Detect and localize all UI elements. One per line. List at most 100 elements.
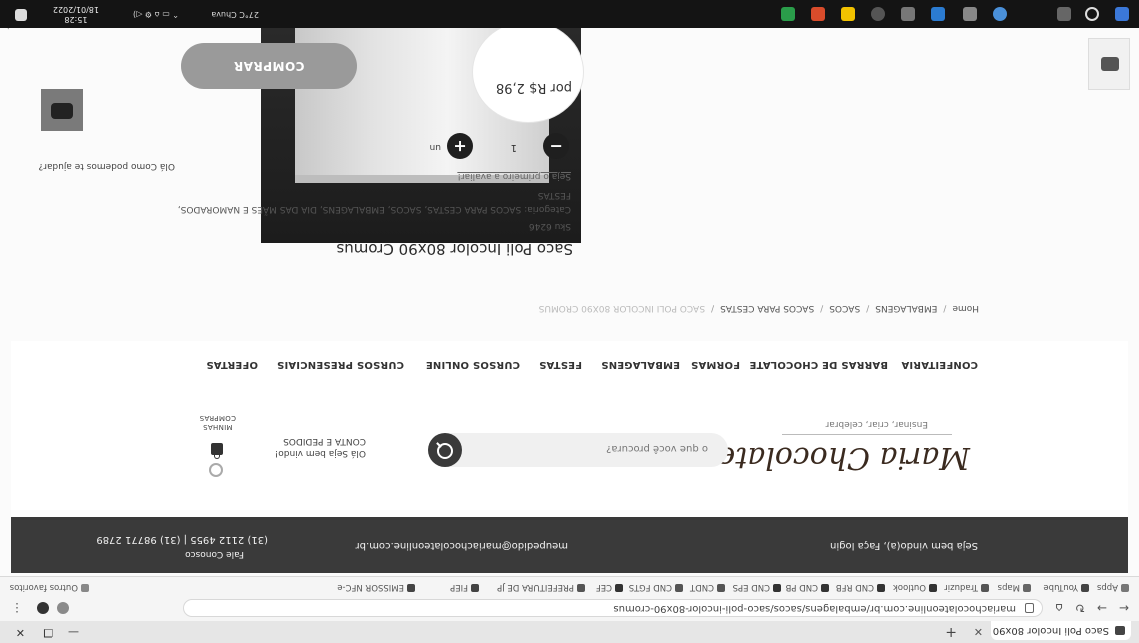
lock-icon xyxy=(1025,603,1034,613)
account-orders: CONTA E PEDIDOS xyxy=(283,436,366,446)
menu-cursos-presenciais[interactable]: CURSOS PRESENCIAIS xyxy=(277,359,404,370)
price-circle xyxy=(472,21,584,123)
quantity-unit: un xyxy=(429,142,441,152)
logo-divider xyxy=(782,434,952,435)
mail-icon[interactable] xyxy=(963,7,977,21)
back-icon[interactable]: ← xyxy=(1119,601,1129,615)
taskbar: 27°C Chuva ⌃ ▭ ⌂ ⚙ ◁) 15:28 18/01/2022 xyxy=(0,0,1139,28)
account-greeting: Olá Seja bem vindo! xyxy=(274,448,366,458)
forward-icon[interactable]: → xyxy=(1097,601,1107,615)
bookmark-emissor[interactable]: EMISSOR NFC-e xyxy=(337,582,415,592)
bookmarks-bar: Apps YouTube Maps Traduzir Outlook CND R… xyxy=(0,576,1139,595)
settings-icon[interactable] xyxy=(209,463,223,477)
cart-link[interactable]: MINHAS COMPRAS xyxy=(199,413,236,431)
tray-icons[interactable]: ⌃ ▭ ⌂ ⚙ ◁) xyxy=(133,10,179,19)
menu-cursos-online[interactable]: CURSOS ONLINE xyxy=(426,359,520,370)
bookmark-apps[interactable]: Apps xyxy=(1097,582,1129,592)
extension-icon[interactable] xyxy=(57,602,69,614)
bookmark-outlook[interactable]: Outlook xyxy=(893,582,937,592)
files-icon[interactable] xyxy=(841,7,855,21)
menu-confeitaria[interactable]: CONFEITARIA xyxy=(901,359,978,370)
chat-widget: Olá Como podemos te ajudar? xyxy=(5,11,175,171)
reload-icon[interactable]: ↻ xyxy=(1075,601,1085,615)
side-feedback-widget[interactable] xyxy=(1088,38,1130,90)
bookmark-cndt[interactable]: CNDT xyxy=(690,582,725,592)
menu-formas[interactable]: FORMAS xyxy=(691,359,740,370)
chrome-icon[interactable] xyxy=(993,7,1007,21)
home-icon[interactable]: ⌂ xyxy=(1055,601,1063,615)
account-link[interactable]: Olá Seja bem vindo! CONTA E PEDIDOS xyxy=(275,435,366,459)
search-taskbar-icon[interactable] xyxy=(1085,7,1099,21)
bookmark-prefeitura[interactable]: PREFEITURA DE JP xyxy=(497,582,585,592)
task-view-icon[interactable] xyxy=(1057,7,1071,21)
bookmark-cnd-pb[interactable]: CND PB xyxy=(786,582,829,592)
bookmark-cnd-rfb[interactable]: CND RFB xyxy=(836,582,885,592)
bookmark-fiep[interactable]: FIEP xyxy=(450,582,479,592)
excel-icon[interactable] xyxy=(781,7,795,21)
review-link[interactable]: Seja o primeiro a avaliar! xyxy=(457,171,571,181)
new-tab-button[interactable]: + xyxy=(945,624,957,640)
bookmark-outros[interactable]: Outros favoritos xyxy=(10,582,89,592)
maximize-icon[interactable]: ❐ xyxy=(43,626,53,639)
start-icon[interactable] xyxy=(1115,7,1129,21)
word-icon[interactable] xyxy=(931,7,945,21)
bookmark-youtube[interactable]: YouTube xyxy=(1043,582,1089,592)
product-category: Categoria: SACOS PARA CESTAS, SACOS, EMB… xyxy=(177,190,571,214)
tab-close-icon[interactable]: ✕ xyxy=(974,625,983,638)
bookmark-maps[interactable]: Maps xyxy=(998,582,1031,592)
product-price: por R$ 2,98 xyxy=(495,80,572,95)
quantity-value[interactable]: 1 xyxy=(511,142,517,153)
breadcrumb-sacos-cestas[interactable]: SACOS PARA CESTAS xyxy=(720,303,814,313)
browser-tab[interactable]: Saco Poli Incolor 80x90 Cromus xyxy=(991,621,1131,640)
breadcrumb-home[interactable]: Home xyxy=(952,303,979,313)
menu-embalagens[interactable]: EMBALAGENS xyxy=(601,359,680,370)
app-icon-3[interactable] xyxy=(811,7,825,21)
url-text: mariachocolateonline.com.br/embalagens/s… xyxy=(613,603,1016,614)
close-window-icon[interactable]: ✕ xyxy=(16,626,25,639)
search-input[interactable] xyxy=(476,439,710,459)
profile-avatar-icon[interactable] xyxy=(37,602,49,614)
menu-barras[interactable]: BARRAS DE CHOCOLATE xyxy=(749,359,888,370)
increase-quantity-button[interactable]: + xyxy=(447,133,473,159)
product-title: Saco Poli Incolor 80x90 Cromus xyxy=(336,240,573,258)
search-box xyxy=(428,433,728,467)
minimize-icon[interactable]: — xyxy=(68,626,79,639)
weather-text[interactable]: 27°C Chuva xyxy=(211,10,259,19)
decrease-quantity-button[interactable]: − xyxy=(543,133,569,159)
menu-festas[interactable]: FESTAS xyxy=(539,359,582,370)
app-icon-2[interactable] xyxy=(871,7,885,21)
app-icon[interactable] xyxy=(901,7,915,21)
site-top-band: Seja bem vindo(a), Faça login meupedido@… xyxy=(11,517,1128,573)
product-sku: Sku 6246 xyxy=(528,221,571,231)
shopping-bag-icon[interactable] xyxy=(211,443,223,455)
search-button[interactable] xyxy=(428,433,462,467)
contact-label: Fale Conosco xyxy=(185,549,244,559)
main-menu: CONFEITARIA BARRAS DE CHOCOLATE FORMAS E… xyxy=(11,341,1128,385)
breadcrumb-embalagens[interactable]: EMBALAGENS xyxy=(875,303,937,313)
menu-ofertas[interactable]: OFERTAS xyxy=(206,359,258,370)
login-link[interactable]: Seja bem vindo(a), Faça login xyxy=(830,540,978,551)
breadcrumb: Home/EMBALAGENS/SACOS/SACOS PARA CESTAS/… xyxy=(538,303,979,313)
buy-button[interactable]: COMPRAR xyxy=(181,43,357,89)
quantity-stepper: − 1 + un xyxy=(409,131,569,159)
site-header: Maria Chocolate Ensinar, criar, celebrar… xyxy=(11,385,1128,517)
screen: Saco Poli Incolor 80x90 Cromus ✕ + — ❐ ✕… xyxy=(0,0,1139,643)
email-link[interactable]: meupedido@mariachocolateonline.com.br xyxy=(356,540,568,551)
url-bar[interactable]: mariachocolateonline.com.br/embalagens/s… xyxy=(183,599,1043,617)
taskbar-clock[interactable]: 15:28 18/01/2022 xyxy=(53,4,99,24)
breadcrumb-sacos[interactable]: SACOS xyxy=(829,303,860,313)
bookmark-cnd-eps[interactable]: CND EPS xyxy=(733,582,781,592)
tab-title: Saco Poli Incolor 80x90 Cromus xyxy=(991,625,1109,636)
bookmark-cnd-fgts[interactable]: CND FGTS xyxy=(629,582,683,592)
bookmark-traduzir[interactable]: Traduzir xyxy=(944,582,989,592)
browser-menu-icon[interactable]: ⋮ xyxy=(11,601,23,615)
address-toolbar: ← → ↻ ⌂ mariachocolateonline.com.br/emba… xyxy=(0,594,1139,621)
notifications-icon[interactable] xyxy=(15,9,27,21)
site-logo[interactable]: Maria Chocolate xyxy=(718,440,970,475)
site-favicon-icon xyxy=(1115,626,1125,635)
breadcrumb-current: SACO POLI INCOLOR 80X90 CROMUS xyxy=(538,303,706,313)
chat-avatar-icon[interactable] xyxy=(41,89,83,131)
bookmark-cef[interactable]: CEF xyxy=(596,582,623,592)
phone-numbers[interactable]: (31) 2112 4955 | (31) 98771 2789 xyxy=(96,534,268,545)
chat-prompt[interactable]: Olá Como podemos te ajudar? xyxy=(38,161,175,171)
